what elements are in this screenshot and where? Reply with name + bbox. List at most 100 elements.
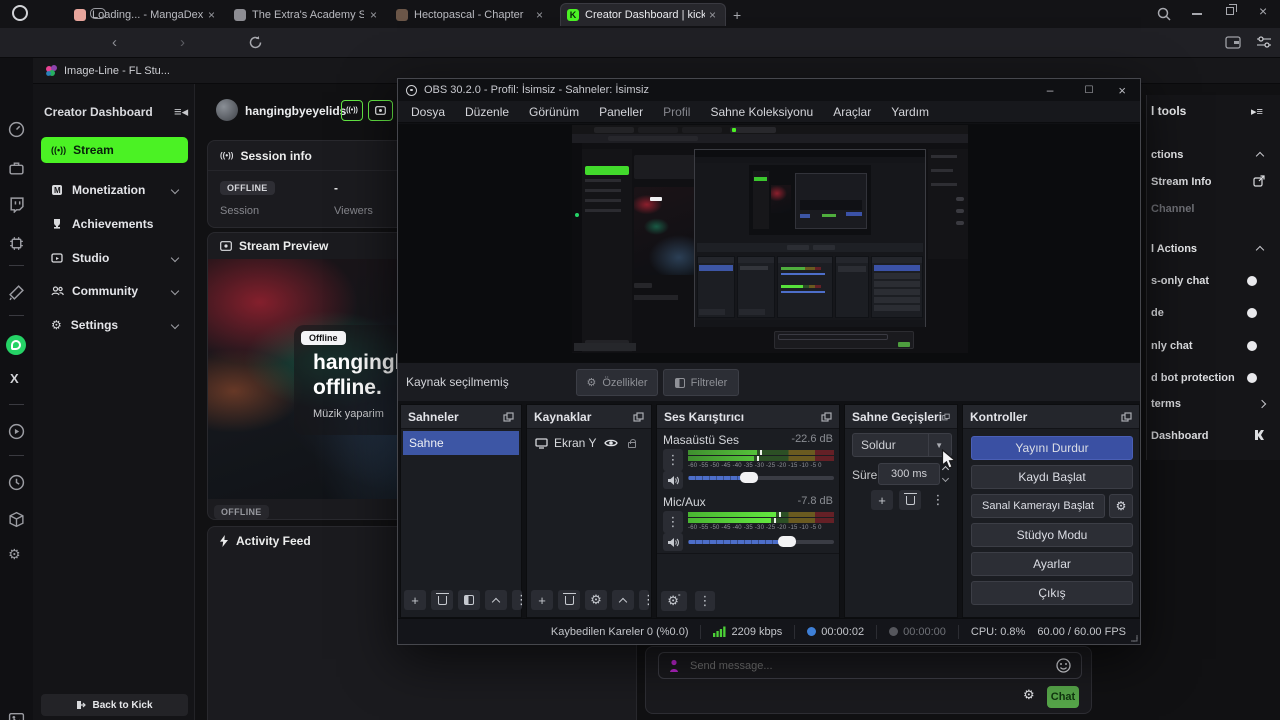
back-to-kick-button[interactable]: Back to Kick xyxy=(41,694,188,716)
chevron-up-icon[interactable] xyxy=(1256,246,1264,254)
sidebar-item-achievements[interactable]: Achievements xyxy=(41,211,188,237)
resize-grip[interactable] xyxy=(1130,634,1138,642)
scenes-more-button[interactable]: ⋮ xyxy=(512,590,522,610)
filters-button[interactable]: Filtreler xyxy=(663,369,739,396)
mixer-ch1-volume-slider[interactable] xyxy=(688,476,834,480)
close-window-icon[interactable]: × xyxy=(1259,3,1267,19)
toolbox-icon[interactable] xyxy=(8,160,25,177)
new-tab-button[interactable]: + xyxy=(733,7,741,23)
tool-icon[interactable] xyxy=(8,284,25,301)
remove-scene-button[interactable] xyxy=(431,590,453,610)
source-properties-button[interactable]: ⚙ xyxy=(585,590,607,610)
popout-icon[interactable] xyxy=(503,412,514,422)
sidebar-item-monetization[interactable]: M Monetization xyxy=(41,177,188,203)
menu-duzenle[interactable]: Düzenle xyxy=(456,102,518,122)
transition-select[interactable]: Soldur ▼ xyxy=(852,433,952,457)
properties-button[interactable]: ⚙ Özellikler xyxy=(576,369,658,396)
minimize-window-icon[interactable] xyxy=(1192,13,1202,15)
mixer-ch1-menu-button[interactable]: ⋮ xyxy=(663,449,683,471)
mixer-ch2-menu-button[interactable]: ⋮ xyxy=(663,511,683,533)
sidebar-item-stream[interactable]: ((•)) Stream xyxy=(41,137,188,163)
obs-maximize-icon[interactable]: ☐ xyxy=(1072,85,1105,96)
add-transition-button[interactable]: + xyxy=(871,490,893,510)
menu-yardim[interactable]: Yardım xyxy=(882,102,938,122)
banned-terms-row[interactable]: terms xyxy=(1151,398,1181,410)
menu-araclar[interactable]: Araçlar xyxy=(824,102,880,122)
chip-icon[interactable] xyxy=(8,235,25,252)
sidebar-item-studio[interactable]: Studio xyxy=(41,245,188,271)
remove-transition-button[interactable] xyxy=(899,490,921,510)
transition-more-button[interactable]: ⋮ xyxy=(927,490,949,510)
menu-dosya[interactable]: Dosya xyxy=(402,102,454,122)
obs-titlebar[interactable]: OBS 30.2.0 - Profil: İsimsiz - Sahneler:… xyxy=(398,79,1140,101)
sidebar-collapse-icon[interactable]: ≡◂ xyxy=(174,104,188,120)
remove-source-button[interactable] xyxy=(558,590,580,610)
add-scene-button[interactable]: + xyxy=(404,590,426,610)
settings-gear-icon[interactable]: ⚙ xyxy=(8,546,21,563)
spin-down-icon[interactable] xyxy=(942,475,949,482)
scene-filters-button[interactable] xyxy=(458,590,480,610)
emoji-icon[interactable] xyxy=(1056,658,1071,673)
forward-icon[interactable]: › xyxy=(180,34,185,51)
speed-dial-icon[interactable] xyxy=(8,121,25,138)
history-clock-icon[interactable] xyxy=(8,474,25,491)
sidebar-item-settings[interactable]: ⚙ Settings xyxy=(41,312,188,338)
duration-spinbox[interactable]: 300 ms xyxy=(878,463,940,485)
lock-icon[interactable] xyxy=(628,442,636,448)
add-source-button[interactable]: + xyxy=(531,590,553,610)
mixer-ch2-mute-button[interactable] xyxy=(663,533,683,551)
mixer-more-button[interactable]: ⋮ xyxy=(695,591,715,611)
tab-close-icon[interactable]: × xyxy=(205,8,218,22)
chat-settings-gear-icon[interactable]: ⚙ xyxy=(1023,687,1035,703)
reload-icon[interactable] xyxy=(248,35,263,50)
twitch-icon[interactable] xyxy=(8,196,25,213)
play-circle-icon[interactable] xyxy=(8,423,25,440)
bookmark-fl-studio[interactable]: Image-Line - FL Stu... xyxy=(45,64,170,77)
mixer-ch1-mute-button[interactable] xyxy=(663,471,683,489)
preview-button[interactable] xyxy=(368,100,393,121)
chevron-up-icon[interactable] xyxy=(1256,152,1264,160)
popout-icon[interactable] xyxy=(633,412,644,422)
chat-send-button[interactable]: Chat xyxy=(1047,686,1079,708)
tab-extras-academy[interactable]: The Extra's Academy Surv × xyxy=(228,3,386,26)
popout-icon[interactable] xyxy=(1121,412,1132,422)
sidebar-item-community[interactable]: Community xyxy=(41,278,188,304)
virtual-camera-settings-button[interactable]: ⚙ xyxy=(1109,494,1133,518)
back-icon[interactable]: ‹ xyxy=(112,34,117,51)
avatar[interactable] xyxy=(216,99,238,121)
external-link-icon[interactable] xyxy=(1253,175,1265,187)
tab-kick-dashboard[interactable]: K Creator Dashboard | kick × xyxy=(560,3,726,26)
menu-profil[interactable]: Profil xyxy=(654,102,699,122)
images-icon[interactable] xyxy=(8,711,25,720)
kick-k-icon[interactable] xyxy=(1253,429,1265,441)
source-item[interactable]: Ekran Y xyxy=(529,431,651,455)
settings-button[interactable]: Ayarlar xyxy=(971,552,1133,576)
scene-item-selected[interactable]: Sahne xyxy=(403,431,519,455)
go-live-button[interactable]: ((•)) xyxy=(341,100,363,121)
chat-input[interactable] xyxy=(688,659,1047,673)
stop-streaming-button[interactable]: Yayını Durdur xyxy=(971,436,1133,460)
tab-mangadex[interactable]: Loading... - MangaDex × xyxy=(68,3,224,26)
extensions-cube-icon[interactable] xyxy=(8,511,25,528)
menu-paneller[interactable]: Paneller xyxy=(590,102,652,122)
restore-window-icon[interactable] xyxy=(1226,7,1234,15)
mixer-ch2-volume-slider[interactable] xyxy=(688,540,834,544)
tab-close-icon[interactable]: × xyxy=(533,8,546,22)
start-virtual-camera-button[interactable]: Sanal Kamerayı Başlat xyxy=(971,494,1105,518)
studio-mode-button[interactable]: Stüdyo Modu xyxy=(971,523,1133,547)
x-twitter-icon[interactable]: X xyxy=(10,371,19,386)
menu-gorunum[interactable]: Görünüm xyxy=(520,102,588,122)
menu-sahne-koleksiyonu[interactable]: Sahne Koleksiyonu xyxy=(701,102,822,122)
panel-collapse-icon[interactable]: ▸≡ xyxy=(1251,105,1263,118)
tab-close-icon[interactable]: × xyxy=(706,8,719,22)
stream-info-row[interactable]: Stream Info xyxy=(1151,176,1212,188)
obs-close-icon[interactable]: × xyxy=(1112,83,1132,98)
mixer-advanced-gear-button[interactable]: ⚙° xyxy=(661,591,687,611)
popout-icon[interactable] xyxy=(821,412,832,422)
chevron-right-icon[interactable] xyxy=(1258,400,1266,408)
mod-dashboard-row[interactable]: Dashboard xyxy=(1151,430,1208,442)
tab-close-icon[interactable]: × xyxy=(367,8,380,22)
move-source-up-button[interactable] xyxy=(612,590,634,610)
exit-button[interactable]: Çıkış xyxy=(971,581,1133,605)
channel-row[interactable]: Channel xyxy=(1151,203,1194,215)
